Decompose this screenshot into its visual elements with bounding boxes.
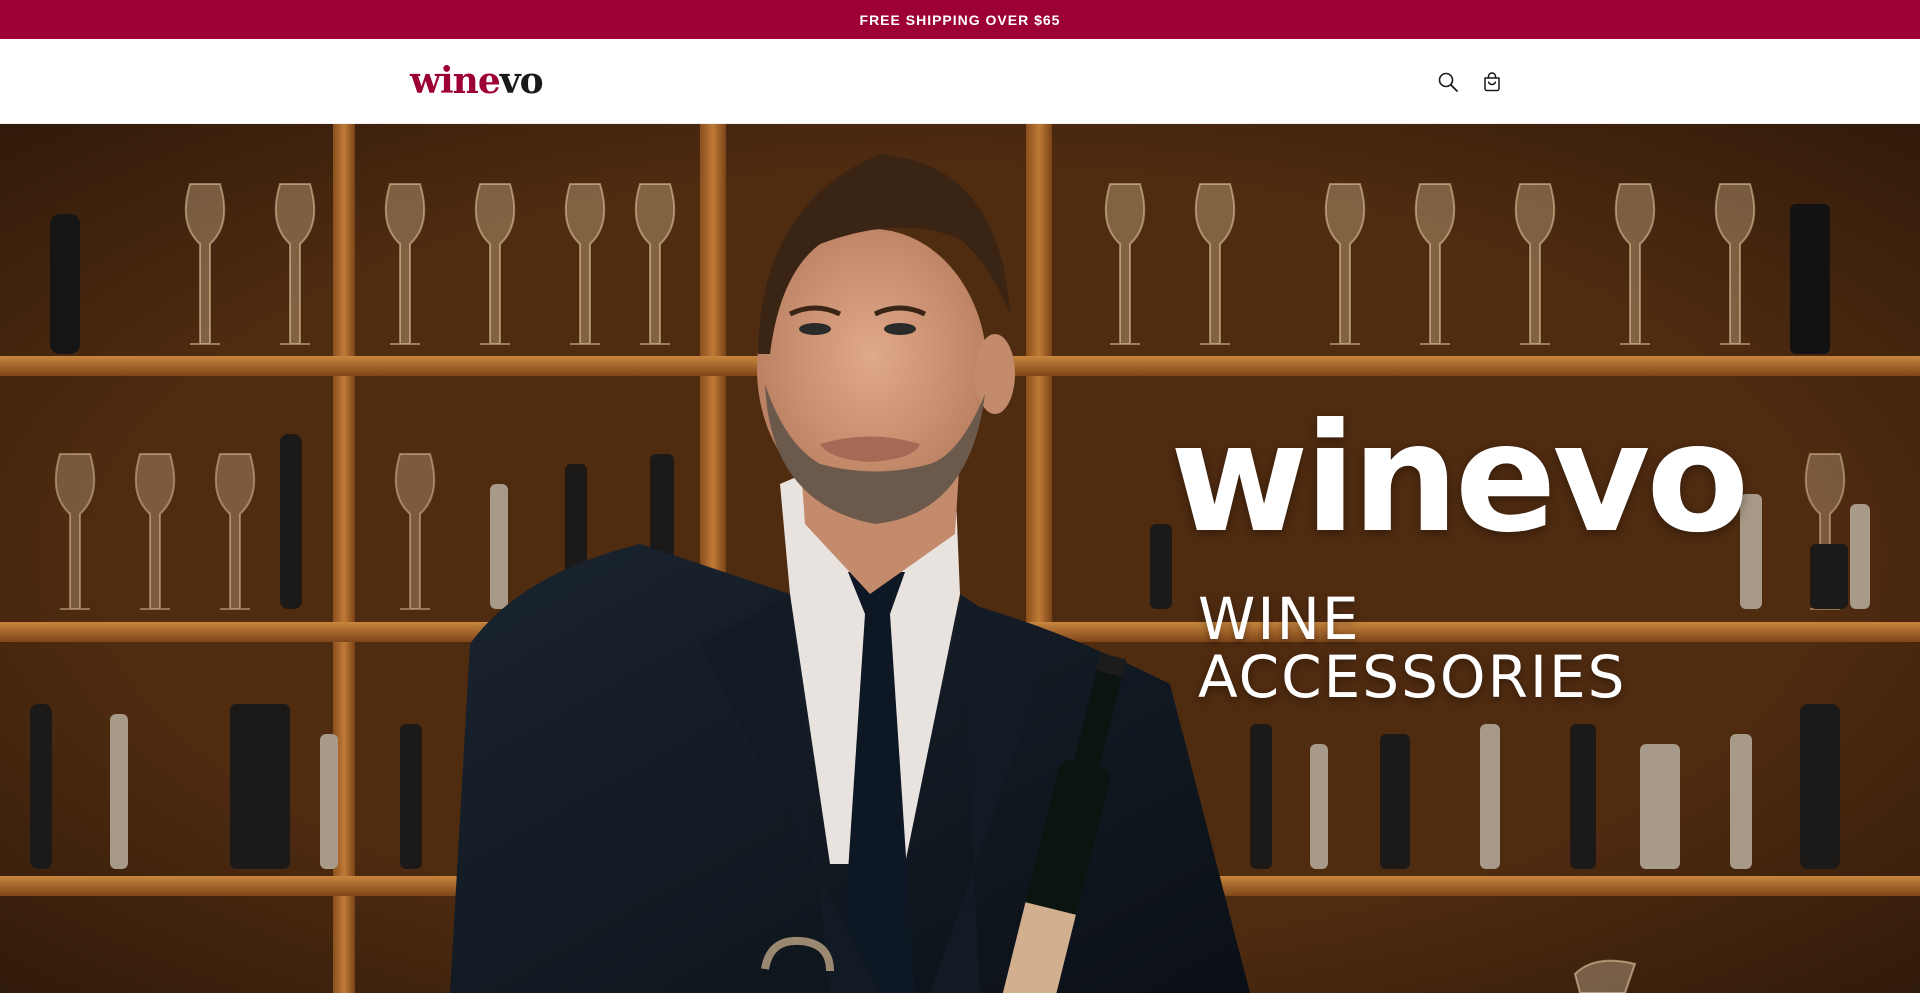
logo-part-b: vo (499, 60, 544, 102)
site-header: winevo (0, 39, 1920, 124)
hero-brand: winevo (1170, 392, 1749, 566)
announcement-bar: FREE SHIPPING OVER $65 (0, 0, 1920, 39)
site-logo[interactable]: winevo (410, 59, 544, 103)
cart-button[interactable] (1475, 65, 1509, 99)
logo-part-a: wine (410, 60, 501, 102)
hero-tagline: WINE ACCESSORIES (1198, 585, 1627, 711)
cart-icon (1484, 72, 1500, 92)
hero-banner[interactable]: winevo WINE ACCESSORIES (0, 124, 1920, 993)
search-button[interactable] (1431, 65, 1465, 99)
search-icon (1438, 72, 1458, 92)
announcement-text: FREE SHIPPING OVER $65 (859, 11, 1061, 28)
